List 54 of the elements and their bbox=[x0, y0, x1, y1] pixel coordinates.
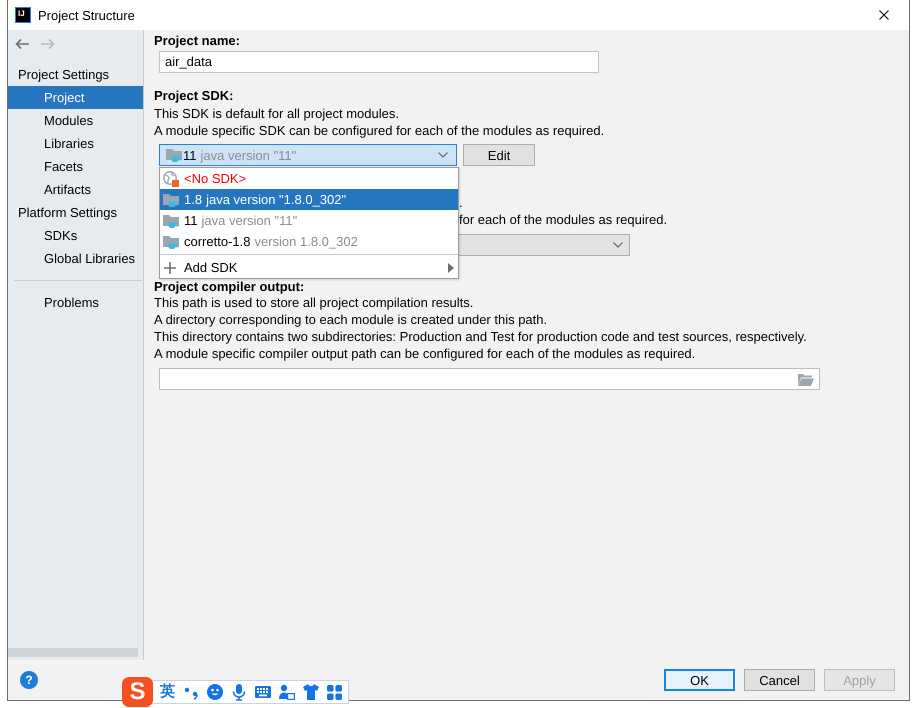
person-card-icon[interactable] bbox=[279, 684, 295, 700]
sidebar-item[interactable]: Facets bbox=[8, 155, 143, 178]
submenu-arrow-icon bbox=[448, 262, 454, 272]
dialog-button[interactable]: OK bbox=[664, 669, 735, 691]
sidebar-item[interactable]: Problems bbox=[8, 291, 143, 314]
description-text: for each of the modules as required. bbox=[459, 211, 668, 228]
sidebar-item[interactable]: Libraries bbox=[8, 132, 143, 155]
description-text: A directory corresponding to each module is created under this path. bbox=[154, 311, 548, 328]
output-path-field[interactable] bbox=[159, 368, 820, 390]
sdk-option[interactable]: corretto-1.8 version 1.8.0_302 bbox=[160, 231, 458, 252]
microphone-icon[interactable] bbox=[231, 684, 247, 700]
close-icon[interactable] bbox=[879, 10, 889, 20]
description-text: This path is used to store all project compilation results. bbox=[154, 294, 474, 311]
smiley-icon[interactable] bbox=[207, 684, 223, 700]
folder-cup-icon bbox=[163, 234, 179, 250]
folder-cup-icon bbox=[166, 147, 182, 163]
sdk-option[interactable]: 1.8 java version "1.8.0_302" bbox=[160, 189, 458, 210]
section-heading: Project compiler output: bbox=[154, 280, 306, 294]
sdk-option[interactable]: 11 java version "11" bbox=[160, 210, 458, 231]
sidebar-item[interactable]: Global Libraries bbox=[8, 247, 143, 270]
app-logo: IJ bbox=[15, 7, 31, 23]
dialog-button[interactable]: Cancel bbox=[744, 669, 815, 691]
field-label: Project name: bbox=[154, 34, 241, 48]
folder-cup-icon bbox=[163, 192, 179, 208]
shirt-icon[interactable] bbox=[303, 684, 319, 700]
edit-button[interactable]: Edit bbox=[463, 144, 535, 166]
sidebar-item[interactable]: Artifacts bbox=[8, 178, 143, 201]
section-heading: Project SDK: bbox=[154, 89, 234, 103]
folder-icon[interactable] bbox=[798, 372, 814, 386]
description-text: . bbox=[459, 194, 464, 211]
description-text: This directory contains two subdirectories: Production and Test for production code and test sources, respectively. bbox=[154, 328, 808, 345]
four-squares-icon[interactable] bbox=[327, 684, 342, 700]
chevron-down-icon bbox=[613, 242, 623, 248]
description-text: A module specific SDK can be configured for each of the modules as required. bbox=[154, 122, 606, 139]
input-mode-toggle[interactable]: 英 bbox=[160, 684, 175, 700]
project-name-field[interactable]: air_data bbox=[159, 51, 599, 73]
plus-icon bbox=[164, 262, 176, 274]
chevron-down-icon bbox=[438, 152, 448, 158]
sdk-option[interactable]: <No SDK> bbox=[160, 168, 458, 189]
sdk-dropdown[interactable]: 11 java version "11" bbox=[159, 144, 457, 166]
help-button[interactable]: ? bbox=[20, 671, 38, 689]
sidebar-item[interactable]: Modules bbox=[8, 109, 143, 132]
description-text: A module specific compiler output path can be configured for each of the modules as required. bbox=[154, 345, 696, 362]
globe-badge-icon bbox=[163, 170, 179, 186]
window-title: Project Structure bbox=[38, 8, 135, 22]
sidebar-heading: Project Settings bbox=[17, 66, 110, 84]
sidebar-item[interactable]: SDKs bbox=[8, 224, 143, 247]
sidebar-item[interactable]: Project bbox=[8, 86, 143, 109]
horizontal-scrollbar[interactable] bbox=[8, 648, 138, 657]
description-text: This SDK is default for all project modules. bbox=[154, 105, 400, 122]
folder-cup-icon bbox=[163, 212, 179, 228]
sidebar-heading: Platform Settings bbox=[17, 204, 118, 222]
add-sdk-option[interactable]: Add SDK bbox=[160, 257, 458, 278]
keyboard-icon[interactable] bbox=[255, 686, 271, 698]
